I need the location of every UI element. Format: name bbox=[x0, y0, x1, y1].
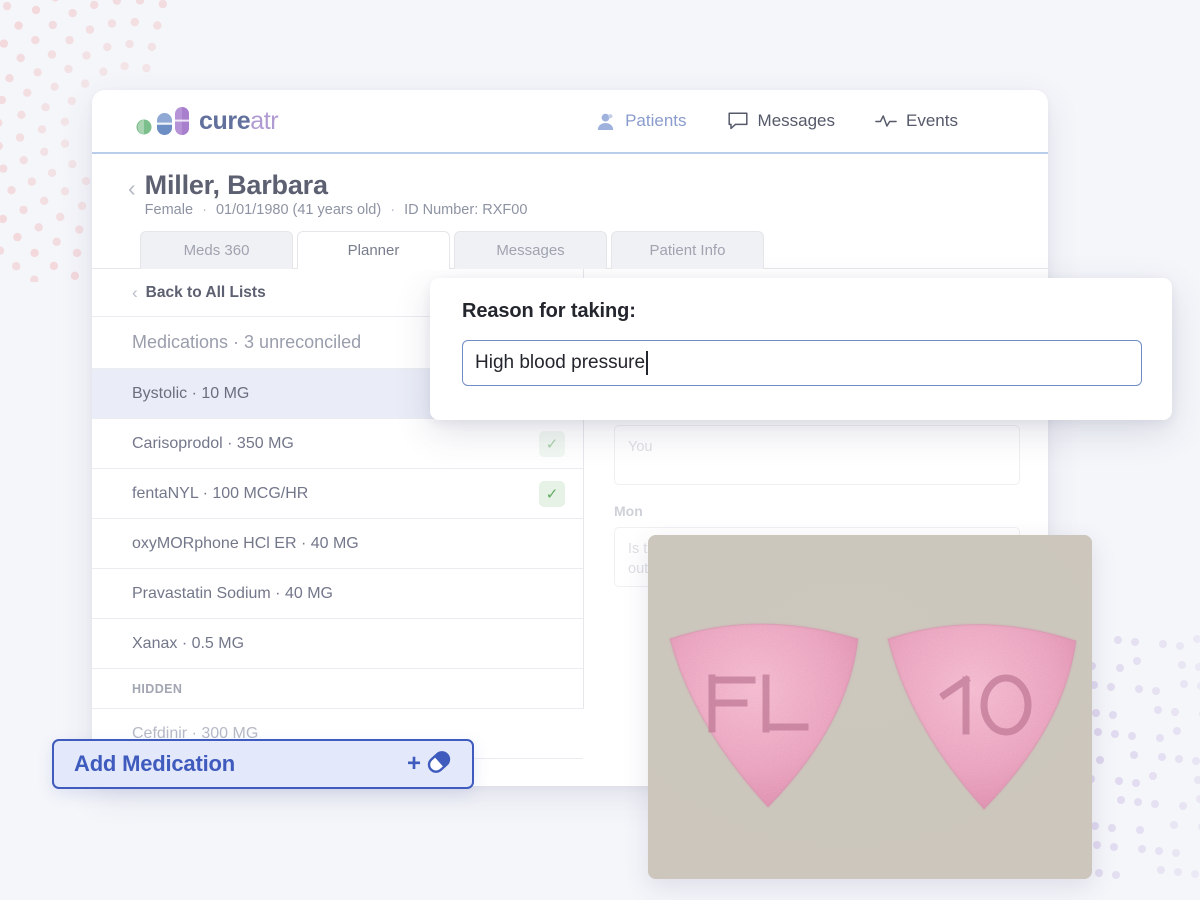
nav-item-events[interactable]: Events bbox=[875, 111, 958, 131]
list-item[interactable]: fentaNYL · 100 MCG/HR ✓ bbox=[92, 469, 583, 519]
brand-name-bold: cure bbox=[199, 106, 251, 135]
top-navigation-bar: cureatr Patients Messages Events bbox=[92, 90, 1048, 154]
tab-patient-info[interactable]: Patient Info bbox=[611, 231, 764, 269]
list-item[interactable]: oxyMORphone HCl ER · 40 MG bbox=[92, 519, 583, 569]
pill-capsules-logo-icon bbox=[136, 105, 194, 137]
list-item[interactable]: Xanax · 0.5 MG bbox=[92, 619, 583, 669]
user-icon bbox=[594, 111, 616, 131]
tab-meds-360-label: Meds 360 bbox=[183, 242, 250, 259]
nav-item-patients[interactable]: Patients bbox=[594, 111, 687, 131]
pulse-waveform-icon bbox=[875, 111, 897, 131]
text-caret bbox=[646, 351, 648, 375]
tab-messages[interactable]: Messages bbox=[454, 231, 607, 269]
tab-planner[interactable]: Planner bbox=[297, 231, 450, 270]
medication-name: Pravastatin Sodium · 40 MG bbox=[132, 584, 333, 602]
chevron-left-icon: ‹ bbox=[132, 283, 138, 302]
speech-bubble-icon bbox=[727, 111, 749, 131]
nav-item-patients-label: Patients bbox=[625, 111, 687, 130]
add-medication-label: Add Medication bbox=[74, 751, 235, 776]
list-item[interactable]: Pravastatin Sodium · 40 MG bbox=[92, 569, 583, 619]
top-nav-links: Patients Messages Events bbox=[594, 111, 958, 131]
tab-meds-360[interactable]: Meds 360 bbox=[140, 231, 293, 269]
checkmark-icon: ✓ bbox=[539, 480, 565, 507]
pill-photo bbox=[648, 535, 1092, 879]
tab-messages-label: Messages bbox=[496, 242, 565, 259]
brand-name-light: atr bbox=[250, 106, 279, 135]
plus-sign: + bbox=[406, 750, 421, 777]
medication-name: Bystolic · 10 MG bbox=[132, 384, 250, 402]
monitoring-label: Mon bbox=[614, 503, 643, 519]
hidden-section-header: HIDDEN bbox=[92, 669, 583, 709]
patient-tabs: Meds 360 Planner Messages Patient Info bbox=[92, 231, 1048, 270]
patient-sex: Female bbox=[144, 202, 194, 218]
page-root: cureatr Patients Messages Events ‹ Mille… bbox=[0, 0, 1200, 900]
chevron-left-icon[interactable]: ‹ bbox=[128, 175, 136, 201]
add-medication-icon-group: + bbox=[407, 747, 454, 782]
reason-for-taking-modal: Reason for taking: High blood pressure bbox=[430, 278, 1172, 420]
recommendations-input[interactable]: You bbox=[614, 425, 1020, 485]
checkmark-icon: ✓ bbox=[539, 430, 565, 457]
tab-planner-label: Planner bbox=[347, 242, 400, 259]
patient-meta: Female · 01/01/1980 (41 years old) · ID … bbox=[145, 202, 528, 219]
page-title: Miller, Barbara bbox=[144, 170, 328, 200]
back-to-all-lists-label: Back to All Lists bbox=[145, 284, 266, 301]
brand-logo[interactable]: cureatr bbox=[136, 105, 279, 137]
meta-separator-1: · bbox=[202, 202, 207, 218]
medication-name: fentaNYL · 100 MCG/HR bbox=[132, 484, 309, 502]
capsule-pill-icon bbox=[424, 747, 454, 782]
patient-header: ‹ Miller, Barbara Female · 01/01/1980 (4… bbox=[92, 154, 1048, 270]
modal-title: Reason for taking: bbox=[462, 300, 636, 322]
medication-name: Xanax · 0.5 MG bbox=[132, 634, 245, 652]
meta-separator-2: · bbox=[390, 202, 396, 218]
nav-item-messages[interactable]: Messages bbox=[727, 111, 835, 131]
reason-for-taking-input[interactable]: High blood pressure bbox=[462, 340, 1142, 386]
list-item[interactable]: Carisoprodol · 350 MG ✓ bbox=[92, 419, 583, 469]
tab-patient-info-label: Patient Info bbox=[649, 242, 726, 259]
patient-dob: 01/01/1980 (41 years old) bbox=[215, 202, 382, 218]
medication-name: Carisoprodol · 350 MG bbox=[132, 434, 294, 452]
medication-name: oxyMORphone HCl ER · 40 MG bbox=[132, 534, 359, 552]
nav-item-events-label: Events bbox=[906, 111, 958, 130]
reason-for-taking-value: High blood pressure bbox=[475, 352, 646, 373]
brand-wordmark: cureatr bbox=[199, 106, 279, 135]
patient-id: ID Number: RXF00 bbox=[404, 202, 528, 218]
add-medication-button[interactable]: Add Medication + bbox=[52, 739, 474, 789]
nav-item-messages-label: Messages bbox=[757, 111, 836, 130]
decorative-dots-bottom-right bbox=[1085, 630, 1200, 900]
